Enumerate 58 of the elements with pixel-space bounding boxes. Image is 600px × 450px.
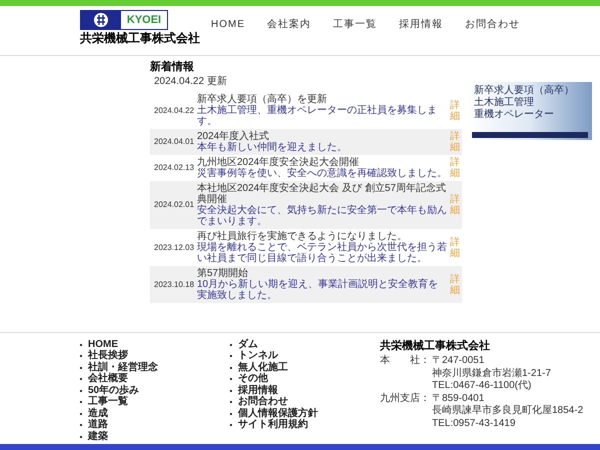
news-title: 九州地区2024年度安全決起大会開催 bbox=[197, 157, 360, 168]
logo[interactable]: KYOEI bbox=[80, 10, 168, 30]
news-date: 2024.04.22 bbox=[153, 104, 194, 116]
news-title: 2024年度入社式 bbox=[197, 131, 270, 142]
section-heading: 新着情報 bbox=[150, 62, 195, 73]
news-title: 本社地区2024年度安全決起大会 及び 創立57周年記念式典開催 bbox=[197, 183, 447, 205]
footer-link[interactable]: 社長挨拶 bbox=[88, 351, 128, 362]
banner-text: 土木施工管理 bbox=[474, 97, 535, 108]
address-text: TEL:0467-46-1100(代) bbox=[432, 381, 532, 392]
address-text: 長崎県諫早市多良見町化屋1854-2 bbox=[432, 406, 584, 416]
nav-link[interactable]: 会社案内 bbox=[267, 20, 311, 30]
news-link[interactable]: 土木施工管理、重機オペレーターの正社員を募集します。 bbox=[197, 105, 447, 127]
banner-text: 重機オペレーター bbox=[474, 109, 555, 121]
footer-link[interactable]: 無人化施工 bbox=[238, 362, 288, 373]
footer-link[interactable]: 採用情報 bbox=[238, 386, 278, 396]
footer-link[interactable]: 道路 bbox=[88, 420, 108, 430]
footer-link[interactable]: その他 bbox=[238, 374, 268, 384]
footer-link[interactable]: 会社概要 bbox=[88, 374, 128, 384]
news-date: 2024.04.01 bbox=[153, 136, 194, 148]
footer-link[interactable]: 50年の歩み bbox=[88, 386, 140, 396]
nav-link[interactable]: 採用情報 bbox=[399, 20, 443, 30]
news-title: 第57期開始 bbox=[197, 268, 250, 279]
nav-link[interactable]: HOME bbox=[211, 20, 245, 30]
company-name: 共栄機械工事株式会社 bbox=[80, 32, 200, 44]
footer-link[interactable]: トンネル bbox=[238, 351, 278, 362]
update-date: 2024.04.22 更新 bbox=[154, 77, 228, 87]
footer-link[interactable]: 造成 bbox=[88, 408, 108, 419]
address-text: TEL:0957-43-1419 bbox=[432, 418, 516, 429]
news-link[interactable]: 本年も新しい仲間を迎えました。 bbox=[197, 142, 447, 153]
news-date: 2024.02.13 bbox=[153, 162, 194, 174]
news-link[interactable]: 災害事例等を使い、安全への意識を再確認致しました。 bbox=[197, 168, 447, 179]
logo-text: KYOEI bbox=[126, 14, 162, 26]
news-date: 2023.10.18 bbox=[153, 278, 194, 290]
footer-link[interactable]: 建築 bbox=[88, 432, 108, 442]
footer-link[interactable]: お問合わせ bbox=[238, 397, 288, 408]
banner-title: 新卒求人要項（高卒） bbox=[474, 85, 575, 96]
footer-link[interactable]: ダム bbox=[238, 340, 258, 350]
address-text: 〒247-0051 bbox=[432, 356, 484, 366]
office-label: 九州支店： bbox=[380, 394, 431, 404]
address-text: 〒859-0401 bbox=[432, 394, 484, 404]
news-date: 2024.02.01 bbox=[153, 199, 194, 211]
footer-link[interactable]: 個人情報保護方針 bbox=[238, 408, 318, 419]
news-link[interactable]: 10月から新しい期を迎え、事業計画説明と安全教育を実施致しました。 bbox=[197, 279, 447, 301]
footer-link[interactable]: 社訓・経営理念 bbox=[88, 362, 158, 373]
footer-link[interactable]: 工事一覧 bbox=[88, 397, 128, 408]
news-title: 再び社員旅行を実施できるようになりました。 bbox=[197, 231, 408, 242]
footer-link[interactable]: サイト利用規約 bbox=[238, 420, 308, 430]
news-date: 2023.12.03 bbox=[153, 242, 194, 254]
footer-link[interactable]: HOME bbox=[88, 340, 118, 350]
emblem-icon bbox=[93, 12, 109, 28]
company-name: 共栄機械工事株式会社 bbox=[380, 339, 491, 353]
nav-link[interactable]: お問合わせ bbox=[465, 20, 520, 30]
news-link[interactable]: 現場を離れることで、ベテラン社員から次世代を担う若い社員まで同じ目線で語り合うことが出来ました。 bbox=[197, 242, 447, 264]
office-label: 本 社： bbox=[380, 356, 431, 366]
address-text: 神奈川県鎌倉市岩瀬1-21-7 bbox=[432, 368, 551, 379]
news-link[interactable]: 安全決起大会にて、気持ち新たに安全第一で本年も励んでまいります。 bbox=[197, 205, 447, 227]
news-title: 新卒求人要項（高卒）を更新 bbox=[197, 94, 328, 105]
nav-link[interactable]: 工事一覧 bbox=[333, 20, 377, 30]
